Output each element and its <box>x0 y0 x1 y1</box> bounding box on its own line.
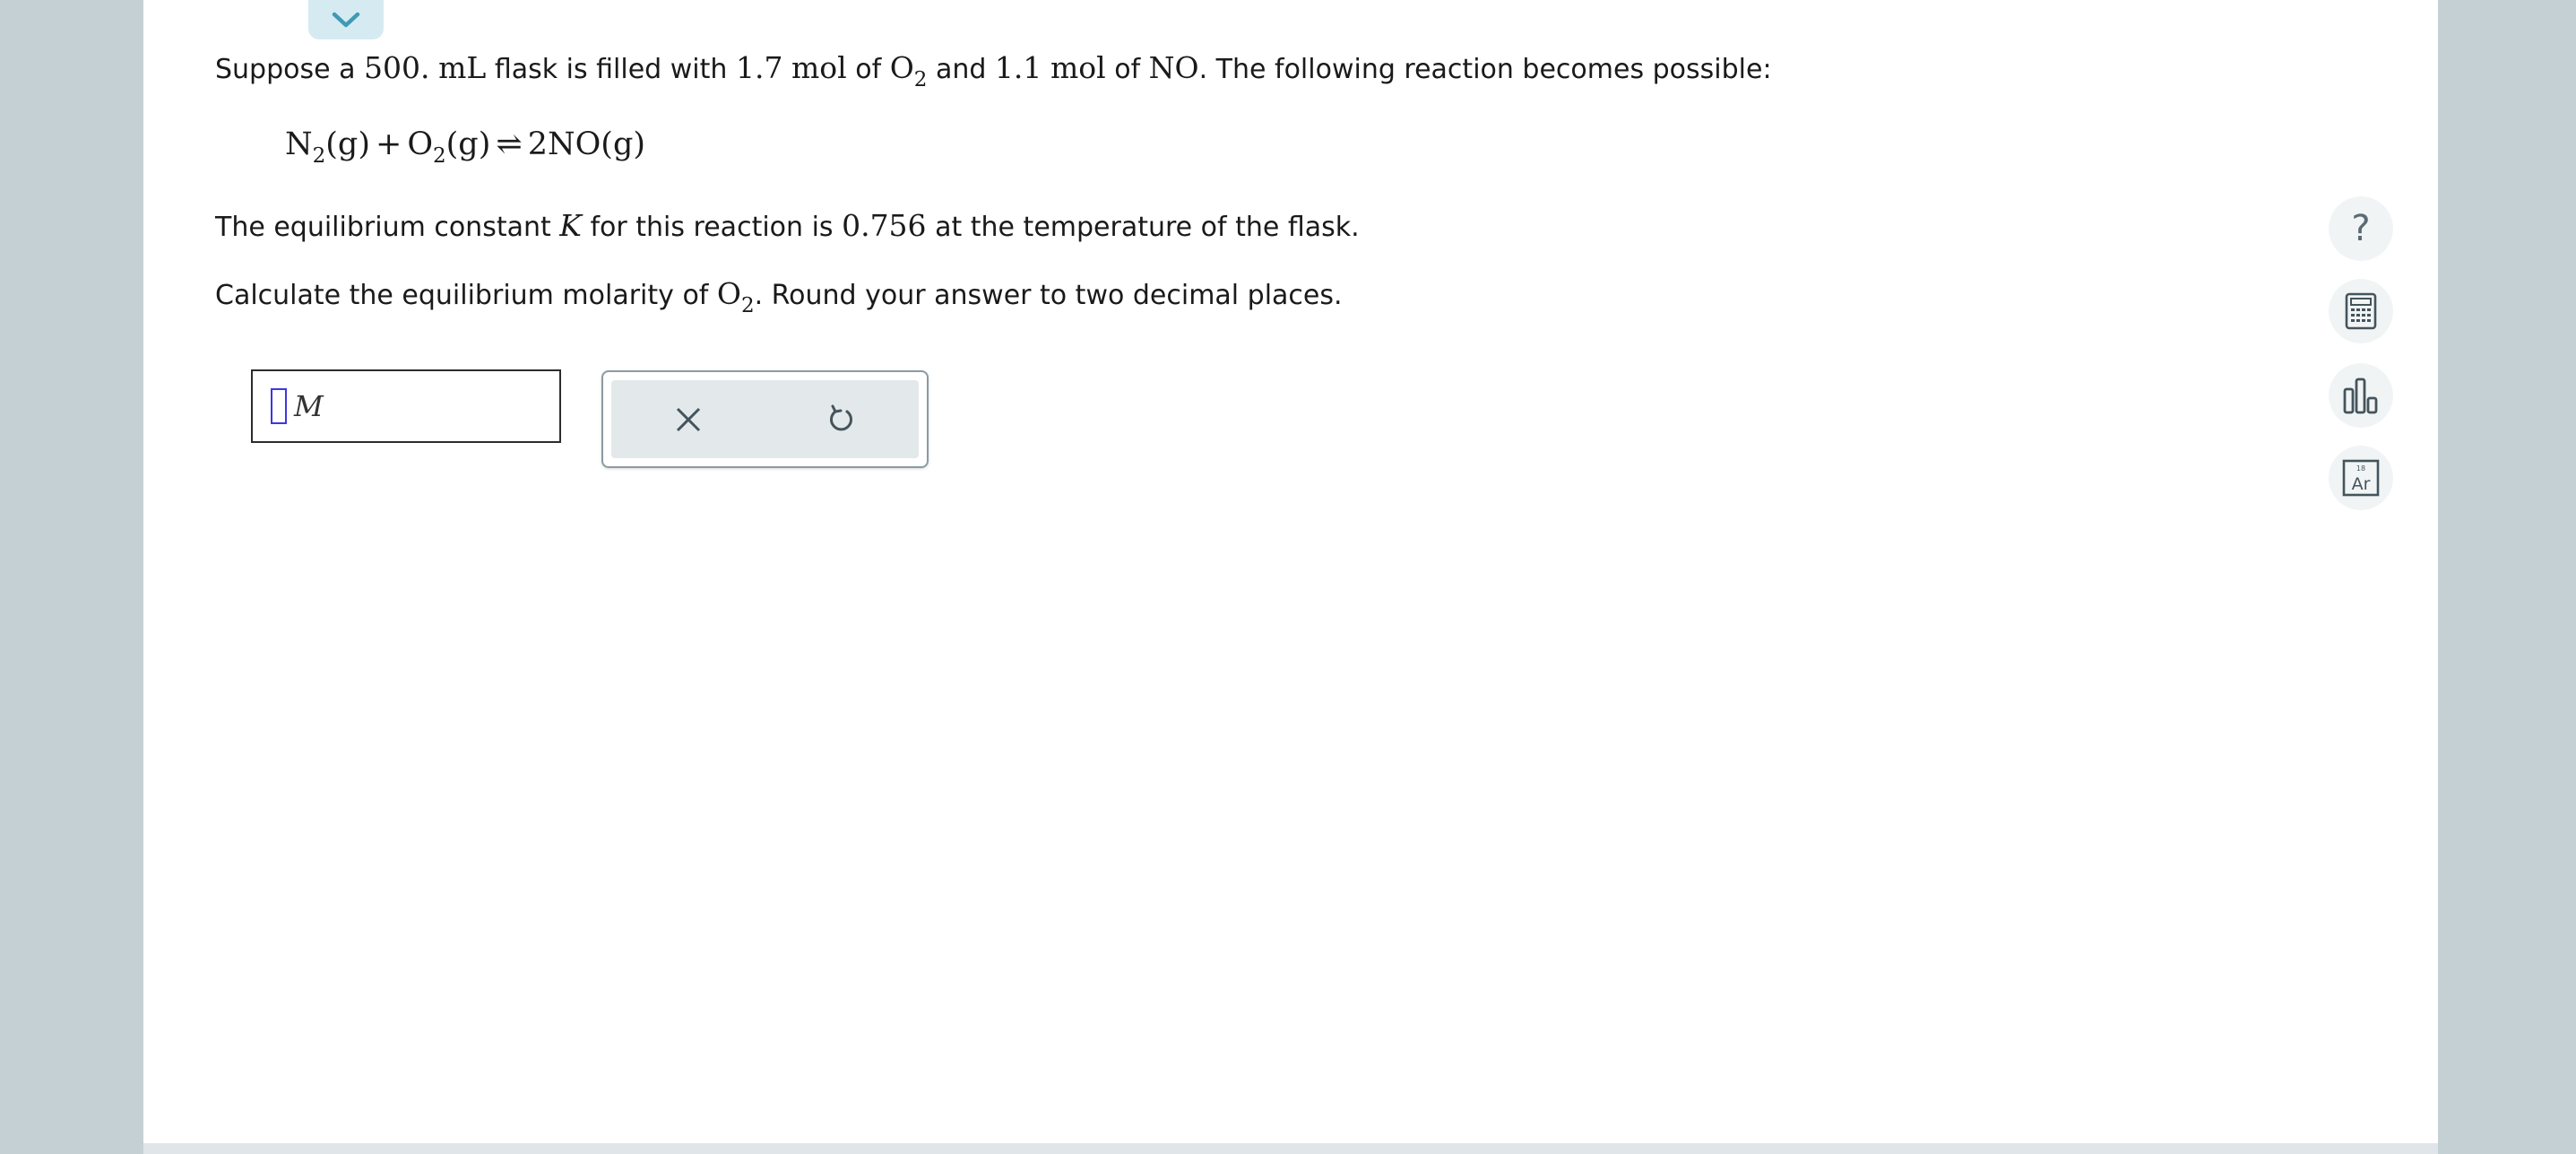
question-icon: ? <box>2351 208 2371 249</box>
equilibrium-constant-text: The equilibrium constant K for this reac… <box>215 208 1360 243</box>
unit-label: M <box>294 389 324 423</box>
calculator-icon <box>2345 292 2377 330</box>
data-chart-button[interactable] <box>2329 363 2393 428</box>
chevron-down-icon <box>332 12 360 28</box>
answer-input[interactable]: M <box>251 369 561 443</box>
equilibrium-arrow: ⇌ <box>496 126 523 162</box>
periodic-table-icon: 18 Ar <box>2342 459 2380 497</box>
input-cursor <box>271 388 287 424</box>
question-panel <box>143 0 2438 1143</box>
periodic-table-button[interactable]: 18 Ar <box>2329 446 2393 510</box>
element-symbol: Ar <box>2352 474 2371 494</box>
collapse-toggle-button[interactable] <box>308 0 384 39</box>
calculator-button[interactable] <box>2329 279 2393 343</box>
clear-button[interactable] <box>653 388 724 451</box>
answer-actions <box>601 370 929 468</box>
bottom-divider <box>143 1143 2438 1154</box>
atomic-number: 18 <box>2356 464 2365 473</box>
question-text: Calculate the equilibrium molarity of O2… <box>215 276 1343 317</box>
oxygen-formula: O2 <box>889 50 928 91</box>
reaction-equation: N2(g) + O2(g) ⇌ 2NO(g) <box>285 126 646 168</box>
undo-icon <box>830 404 853 430</box>
problem-statement: Suppose a 500. mL flask is filled with 1… <box>215 50 1772 91</box>
bar-chart-icon <box>2343 377 2378 414</box>
undo-button[interactable] <box>806 388 877 451</box>
help-button[interactable]: ? <box>2329 196 2393 261</box>
x-icon <box>676 407 700 431</box>
